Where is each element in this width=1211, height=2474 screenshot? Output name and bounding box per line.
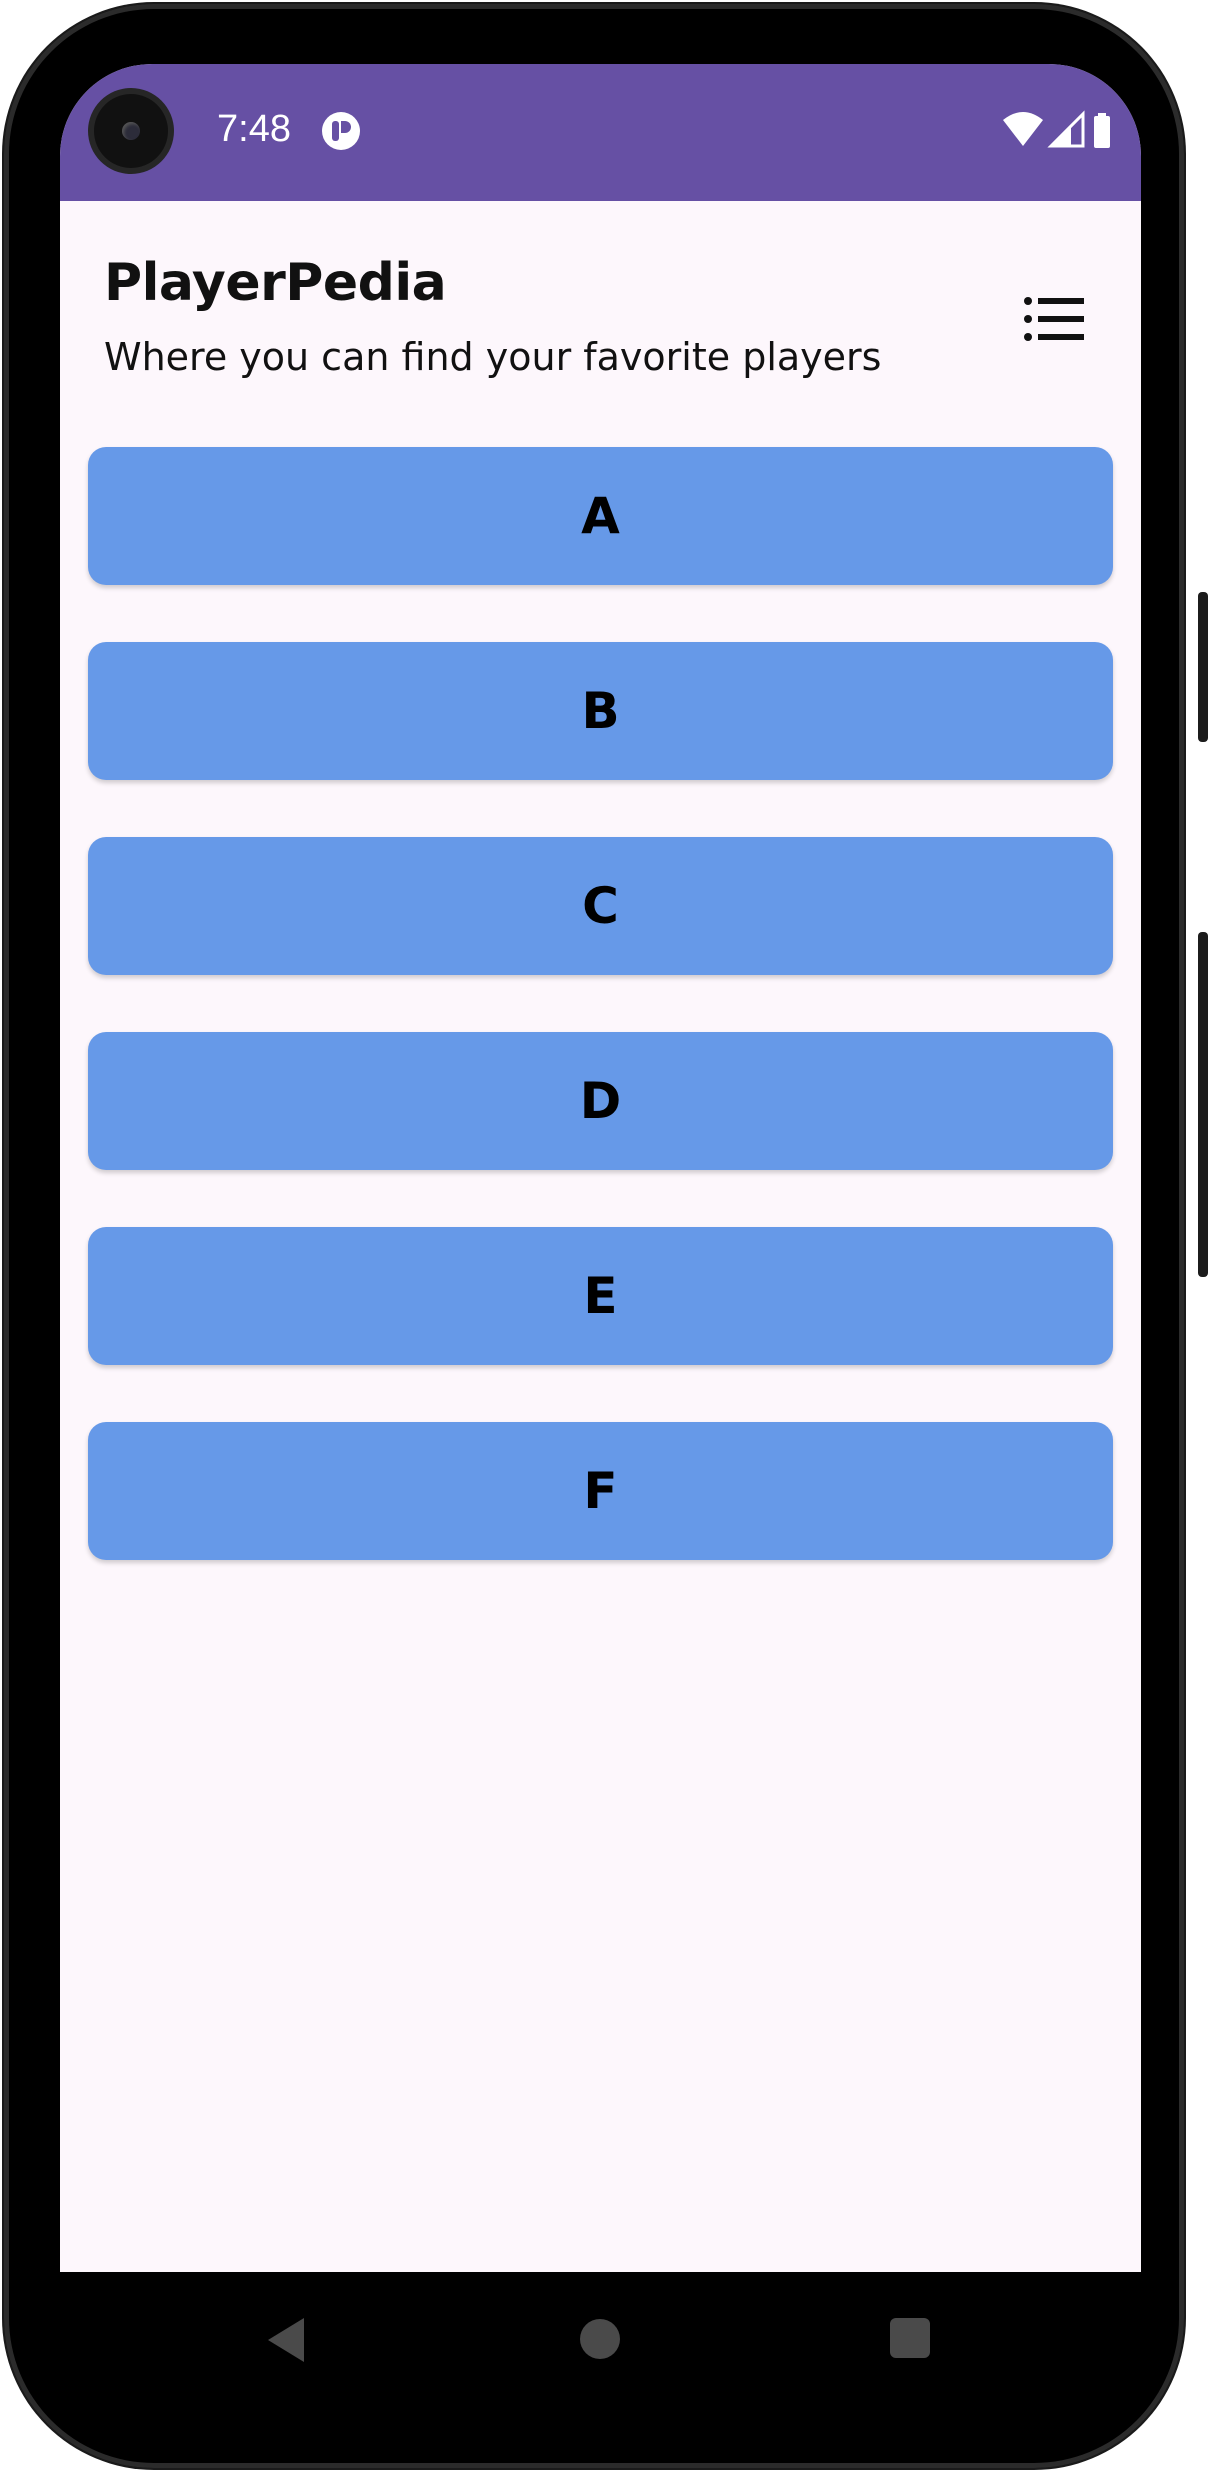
- menu-button[interactable]: [1020, 285, 1088, 353]
- status-bar: 7:48: [60, 64, 1141, 201]
- camera-punch-hole: [94, 94, 168, 168]
- list-menu-icon: [1024, 297, 1084, 341]
- screen: 7:48 PlayerPedia Where you can find your…: [60, 64, 1141, 2272]
- app-header: PlayerPedia Where you can find your favo…: [60, 201, 1141, 451]
- status-icons: [1001, 110, 1121, 150]
- letter-button-a[interactable]: A: [88, 447, 1113, 585]
- navigation-bar: [60, 2272, 1141, 2412]
- nav-home-button[interactable]: [580, 2319, 620, 2359]
- letter-button-f[interactable]: F: [88, 1422, 1113, 1560]
- battery-icon: [1094, 113, 1110, 148]
- app-subtitle: Where you can find your favorite players: [104, 335, 882, 379]
- letter-button-d[interactable]: D: [88, 1032, 1113, 1170]
- letter-button-c[interactable]: C: [88, 837, 1113, 975]
- power-button: [1198, 592, 1208, 742]
- app-notification-icon: [322, 112, 360, 150]
- nav-back-button[interactable]: [264, 2316, 308, 2364]
- app-title: PlayerPedia: [104, 253, 447, 313]
- volume-button: [1198, 932, 1208, 1277]
- nav-recents-button[interactable]: [890, 2318, 930, 2358]
- letter-button-b[interactable]: B: [88, 642, 1113, 780]
- wifi-icon: [1003, 112, 1043, 146]
- signal-icon: [1047, 110, 1085, 148]
- letter-button-e[interactable]: E: [88, 1227, 1113, 1365]
- back-triangle-icon: [268, 2318, 304, 2362]
- status-time: 7:48: [217, 108, 291, 150]
